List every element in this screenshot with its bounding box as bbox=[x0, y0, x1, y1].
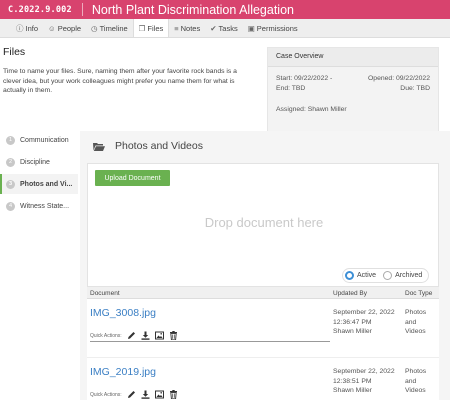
trash-icon[interactable] bbox=[169, 390, 178, 399]
folder-number-badge: 4 bbox=[6, 201, 15, 211]
doc-type-line: and bbox=[405, 318, 417, 326]
document-link[interactable]: IMG_3008.jpg bbox=[90, 307, 156, 319]
quick-actions-label: Quick Actions: bbox=[90, 332, 122, 339]
sidebar-item-label: Photos and Vi... bbox=[20, 180, 73, 188]
folder-title: Photos and Videos bbox=[93, 140, 203, 152]
updated-by: September 22, 2022 12:36:47 PM Shawn Mil… bbox=[333, 308, 395, 337]
case-opened: Opened: 09/22/2022 Due: TBD bbox=[368, 74, 430, 93]
updated-by: September 22, 2022 12:38:51 PM Shawn Mil… bbox=[333, 367, 395, 396]
people-icon: ☺ bbox=[48, 23, 56, 33]
download-icon[interactable] bbox=[141, 331, 150, 340]
quick-actions: Quick Actions: bbox=[90, 330, 330, 342]
tab-timeline[interactable]: ◷ Timeline bbox=[86, 19, 133, 37]
sidebar-item-discipline[interactable]: 2 Discipline bbox=[0, 152, 78, 172]
tab-people[interactable]: ☺ People bbox=[43, 19, 86, 37]
image-icon[interactable] bbox=[154, 331, 164, 340]
case-header-bar: C.2022.9.002 North Plant Discrimination … bbox=[0, 0, 450, 19]
column-header-document[interactable]: Document bbox=[90, 290, 120, 297]
tasks-icon: ✔ bbox=[210, 23, 217, 33]
active-archived-filter: Active Archived bbox=[342, 268, 429, 283]
updated-user: Shawn Miller bbox=[333, 328, 372, 335]
due-date: Due: TBD bbox=[400, 84, 430, 92]
folder-number-badge: 1 bbox=[6, 135, 15, 145]
doc-type: Photos and Videos bbox=[405, 367, 426, 396]
notes-icon: ≡ bbox=[174, 23, 179, 33]
files-icon: ❐ bbox=[138, 23, 146, 33]
doc-type-line: Photos bbox=[405, 368, 427, 375]
quick-actions-label: Quick Actions: bbox=[90, 391, 122, 398]
sidebar-item-communication[interactable]: 1 Communication bbox=[0, 130, 78, 150]
sidebar-item-witness-statements[interactable]: 4 Witness State... bbox=[0, 196, 78, 216]
tab-info[interactable]: ⓘ Info bbox=[11, 19, 43, 37]
folder-number-badge: 3 bbox=[6, 179, 15, 189]
case-overview-panel: Case Overview Start: 09/22/2022 - End: T… bbox=[267, 47, 439, 135]
case-dates: Start: 09/22/2022 - End: TBD bbox=[276, 74, 332, 93]
image-icon[interactable] bbox=[154, 390, 164, 399]
folder-sidebar: 1 Communication 2 Discipline 3 Photos and V… bbox=[0, 130, 78, 218]
archived-radio-label: Archived bbox=[395, 272, 423, 279]
active-radio[interactable] bbox=[345, 271, 354, 280]
tab-label: People bbox=[57, 23, 82, 33]
folder-title-text: Photos and Videos bbox=[115, 140, 203, 152]
column-header-doc-type[interactable]: Doc Type bbox=[405, 290, 432, 297]
tab-tasks[interactable]: ✔ Tasks bbox=[205, 19, 242, 37]
archived-radio[interactable] bbox=[383, 271, 393, 280]
folder-content-panel: Photos and Videos Upload Document Drop d… bbox=[80, 131, 450, 400]
document-link[interactable]: IMG_2019.jpg bbox=[90, 366, 156, 378]
drop-document-text: Drop document here bbox=[204, 215, 324, 230]
info-icon: ⓘ bbox=[16, 23, 24, 33]
edit-icon[interactable] bbox=[127, 390, 136, 399]
trash-icon[interactable] bbox=[169, 331, 178, 340]
header-divider bbox=[81, 3, 83, 16]
end-date: End: TBD bbox=[276, 84, 306, 92]
tab-label: Info bbox=[25, 23, 39, 33]
start-date: Start: 09/22/2022 - bbox=[276, 75, 333, 82]
files-description: Time to name your files. Sure, naming th… bbox=[3, 68, 237, 94]
folder-open-icon bbox=[93, 142, 105, 151]
updated-date: September 22, 2022 bbox=[333, 309, 395, 316]
opened-date: Opened: 09/22/2022 bbox=[368, 75, 430, 82]
updated-date: September 22, 2022 bbox=[333, 368, 395, 375]
tab-label: Notes bbox=[180, 23, 201, 33]
tab-label: Permissions bbox=[256, 23, 298, 33]
updated-time: 12:36:47 PM bbox=[333, 318, 372, 326]
assigned-to: Assigned: Shawn Miller bbox=[276, 106, 347, 113]
updated-time: 12:38:51 PM bbox=[333, 377, 372, 385]
tab-permissions[interactable]: ▣ Permissions bbox=[243, 19, 303, 37]
table-row: IMG_2019.jpg Quick Actions: September 22… bbox=[87, 358, 439, 400]
case-overview-title: Case Overview bbox=[268, 48, 438, 67]
sidebar-item-label: Witness State... bbox=[20, 202, 70, 210]
sidebar-item-label: Discipline bbox=[20, 158, 50, 166]
doc-type-line: Videos bbox=[405, 387, 426, 394]
sidebar-item-photos-and-videos[interactable]: 3 Photos and Vi... bbox=[0, 174, 78, 194]
table-header: Document Updated By Doc Type bbox=[87, 286, 439, 299]
case-tabs: ⓘ Info ☺ People ◷ Timeline ❐ Files ≡ Notes ✔ T… bbox=[0, 19, 450, 38]
doc-type-line: Videos bbox=[405, 328, 426, 335]
tab-label: Files bbox=[147, 23, 164, 33]
documents-table: Document Updated By Doc Type IMG_3008.jp… bbox=[87, 286, 439, 400]
doc-type: Photos and Videos bbox=[405, 308, 426, 337]
download-icon[interactable] bbox=[141, 390, 150, 399]
active-radio-label: Active bbox=[357, 272, 377, 279]
case-title: North Plant Discrimination Allegation bbox=[91, 2, 294, 17]
quick-actions: Quick Actions: bbox=[90, 389, 330, 400]
folder-number-badge: 2 bbox=[6, 157, 15, 167]
case-code: C.2022.9.002 bbox=[8, 4, 72, 15]
updated-user: Shawn Miller bbox=[333, 387, 372, 394]
timeline-icon: ◷ bbox=[91, 23, 98, 33]
column-header-updated-by[interactable]: Updated By bbox=[333, 290, 367, 297]
upload-document-button[interactable]: Upload Document bbox=[95, 170, 170, 186]
lock-icon: ▣ bbox=[247, 23, 255, 33]
table-row: IMG_3008.jpg Quick Actions: September 22… bbox=[87, 299, 439, 358]
sidebar-item-label: Communication bbox=[20, 136, 69, 144]
tab-label: Timeline bbox=[99, 23, 128, 33]
tab-label: Tasks bbox=[218, 23, 238, 33]
doc-type-line: and bbox=[405, 377, 417, 385]
tab-notes[interactable]: ≡ Notes bbox=[169, 19, 205, 37]
tab-files[interactable]: ❐ Files bbox=[132, 19, 170, 37]
doc-type-line: Photos bbox=[405, 309, 427, 316]
edit-icon[interactable] bbox=[127, 331, 136, 340]
files-heading: Files bbox=[3, 46, 26, 58]
